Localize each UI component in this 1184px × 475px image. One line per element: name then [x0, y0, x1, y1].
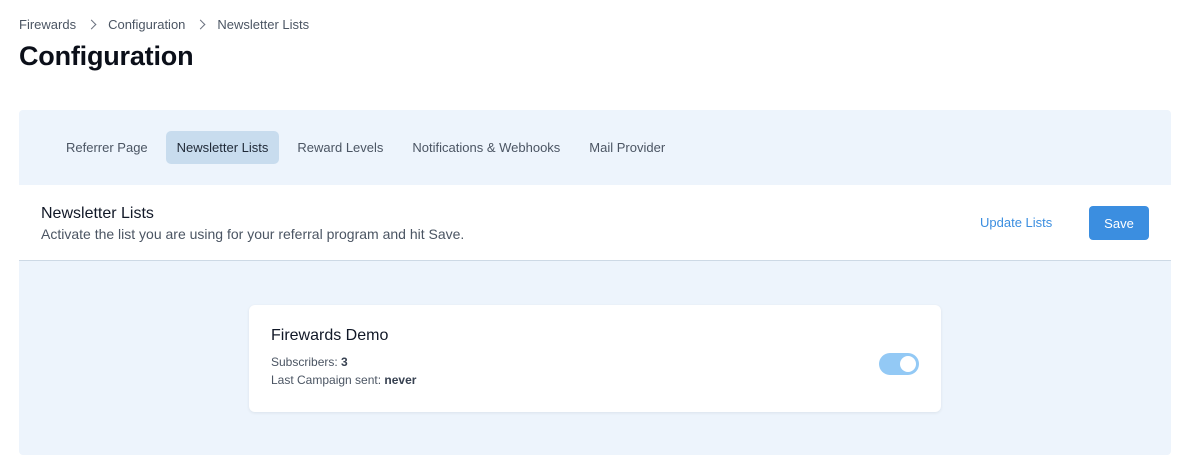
- list-name: Firewards Demo: [271, 327, 389, 344]
- breadcrumb: Firewards Configuration Newsletter Lists: [19, 17, 309, 32]
- chevron-right-icon: [195, 19, 206, 30]
- list-item: Firewards Demo Subscribers: 3 Last Campa…: [249, 305, 941, 412]
- section-header: Newsletter Lists Activate the list you a…: [19, 185, 1171, 261]
- save-button[interactable]: Save: [1089, 206, 1149, 240]
- lists-area: Firewards Demo Subscribers: 3 Last Campa…: [19, 261, 1171, 455]
- chevron-right-icon: [86, 19, 97, 30]
- toggle-knob: [900, 356, 916, 372]
- subscribers-count: 3: [341, 355, 348, 369]
- page-title: Configuration: [19, 41, 194, 71]
- subscribers-info: Subscribers: 3: [271, 355, 348, 369]
- tab-notifications-webhooks[interactable]: Notifications & Webhooks: [401, 131, 571, 164]
- list-active-toggle[interactable]: [879, 353, 919, 375]
- configuration-card: Referrer Page Newsletter Lists Reward Le…: [19, 110, 1171, 455]
- last-campaign-label: Last Campaign sent:: [271, 373, 382, 387]
- breadcrumb-item-newsletter-lists[interactable]: Newsletter Lists: [217, 17, 309, 32]
- breadcrumb-item-firewards[interactable]: Firewards: [19, 17, 76, 32]
- tab-referrer-page[interactable]: Referrer Page: [55, 131, 159, 164]
- tab-bar: Referrer Page Newsletter Lists Reward Le…: [19, 110, 1171, 185]
- section-title: Newsletter Lists: [41, 205, 154, 222]
- last-campaign-value: never: [384, 373, 417, 387]
- section-subtitle: Activate the list you are using for your…: [41, 226, 465, 242]
- tab-mail-provider[interactable]: Mail Provider: [578, 131, 676, 164]
- subscribers-label: Subscribers:: [271, 355, 338, 369]
- tab-newsletter-lists[interactable]: Newsletter Lists: [165, 131, 280, 164]
- tab-reward-levels[interactable]: Reward Levels: [286, 131, 394, 164]
- breadcrumb-item-configuration[interactable]: Configuration: [108, 17, 185, 32]
- update-lists-link[interactable]: Update Lists: [980, 215, 1052, 230]
- last-campaign-info: Last Campaign sent: never: [271, 373, 416, 387]
